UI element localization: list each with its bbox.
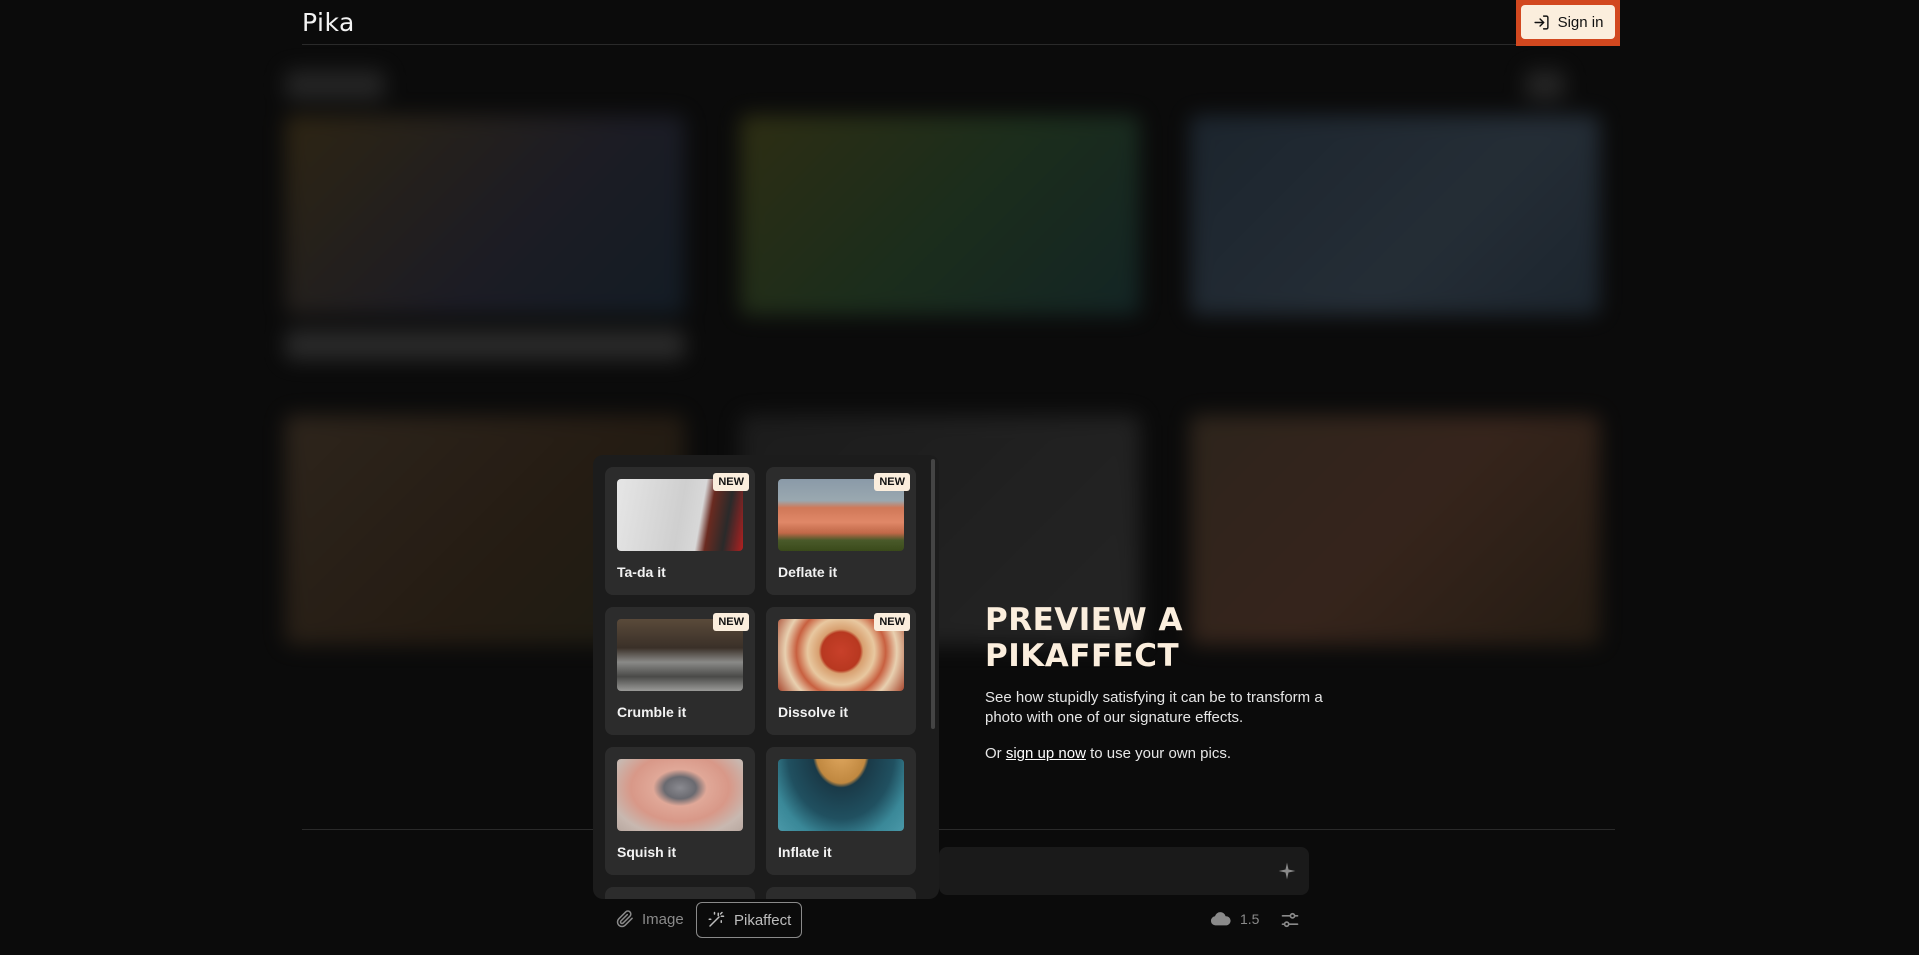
sign-in-button[interactable]: Sign in: [1521, 5, 1615, 39]
inflate-thumbnail: [778, 759, 904, 831]
pikaffect-label: Dissolve it: [778, 704, 849, 720]
pikaffect-label: Squish it: [617, 844, 677, 860]
prompt-input[interactable]: [939, 847, 1309, 895]
pikaffect-card-tada[interactable]: NEW Ta-da it: [605, 467, 755, 595]
cloud-icon: [1210, 912, 1231, 926]
preview-description: See how stupidly satisfying it can be to…: [985, 689, 1323, 726]
pikaffect-picker: NEW Ta-da it NEW Deflate it NEW Crumble …: [593, 455, 939, 899]
paperclip-icon: [616, 910, 633, 928]
pikaffect-button[interactable]: Pikaffect: [696, 902, 803, 938]
new-badge: NEW: [713, 473, 749, 491]
pikaffect-label: Ta-da it: [617, 564, 666, 580]
new-badge: NEW: [713, 613, 749, 631]
pikaffect-card-partial[interactable]: [605, 887, 755, 899]
squish-thumbnail: [617, 759, 743, 831]
pika-page: Pika Sign in NEW Ta-da it NEW Deflate it…: [0, 0, 1919, 955]
sign-in-label: Sign in: [1557, 13, 1604, 31]
model-version[interactable]: 1.5: [1210, 911, 1259, 927]
prompt-toolbar: Image Pikaffect 1.5: [610, 902, 1310, 938]
pikaffect-card-inflate[interactable]: Inflate it: [766, 747, 916, 875]
pikaffect-card-dissolve[interactable]: NEW Dissolve it: [766, 607, 916, 735]
or-prefix: Or: [985, 745, 1002, 762]
pikaffect-card-crumble[interactable]: NEW Crumble it: [605, 607, 755, 735]
sign-up-link[interactable]: sign up now: [1006, 745, 1086, 762]
pikaffect-label: Crumble it: [617, 704, 687, 720]
background-video-feed: [285, 70, 1615, 750]
preview-title-line2: PIKAFFECT: [985, 638, 1180, 674]
new-badge: NEW: [874, 473, 910, 491]
signin-highlight: Sign in: [1516, 0, 1620, 46]
picker-scrollbar[interactable]: [931, 459, 935, 729]
signup-prompt: Or sign up now to use your own pics.: [985, 744, 1325, 764]
pika-logo[interactable]: Pika: [302, 8, 355, 37]
sparkle-icon[interactable]: [1277, 861, 1297, 881]
pikaffect-card-deflate[interactable]: NEW Deflate it: [766, 467, 916, 595]
footer-divider: [302, 829, 1615, 830]
pikaffect-card-partial[interactable]: [766, 887, 916, 899]
magic-wand-icon: [708, 911, 725, 927]
pikaffect-label: Pikaffect: [734, 911, 792, 929]
top-header: Pika Sign in: [302, 0, 1620, 46]
pikaffect-grid: NEW Ta-da it NEW Deflate it NEW Crumble …: [605, 467, 916, 899]
new-badge: NEW: [874, 613, 910, 631]
image-upload-button[interactable]: Image: [616, 910, 684, 928]
image-label: Image: [642, 910, 684, 928]
pikaffect-card-squish[interactable]: Squish it: [605, 747, 755, 875]
sign-in-icon: [1533, 14, 1549, 30]
settings-sliders-icon[interactable]: [1280, 910, 1300, 930]
pikaffect-label: Deflate it: [778, 564, 838, 580]
preview-title: PREVIEW A PIKAFFECT: [985, 602, 1325, 674]
model-version-value: 1.5: [1240, 911, 1260, 927]
pikaffect-label: Inflate it: [778, 844, 832, 860]
preview-panel: PREVIEW A PIKAFFECT See how stupidly sat…: [985, 602, 1325, 764]
preview-title-line1: PREVIEW A: [985, 602, 1183, 638]
or-suffix: to use your own pics.: [1090, 745, 1231, 762]
